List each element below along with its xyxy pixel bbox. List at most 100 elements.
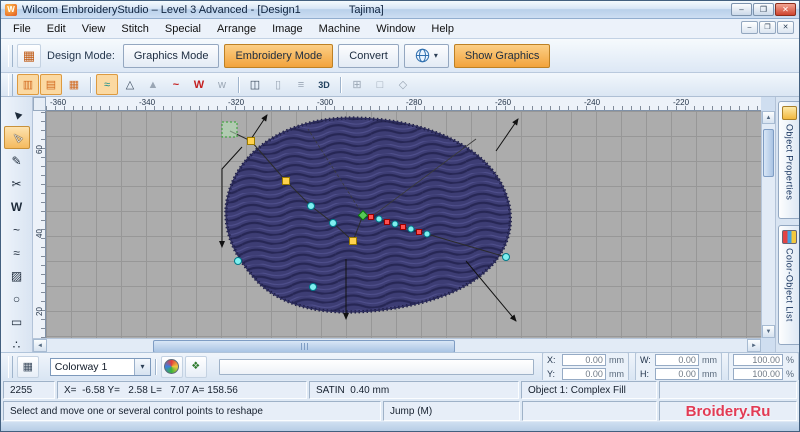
y-field[interactable] <box>561 367 606 380</box>
stitch-node[interactable] <box>384 219 390 225</box>
rectangle-icon: ▭ <box>10 314 23 329</box>
scale-x-field[interactable] <box>732 353 783 366</box>
colorway-select[interactable]: Colorway 1 ▾ <box>49 357 151 376</box>
pencil-tool[interactable]: ✎ <box>4 149 30 172</box>
curve-node[interactable] <box>423 230 431 238</box>
w-field[interactable] <box>654 353 699 366</box>
tab-color-object-list-label: Color-Object List <box>784 248 795 322</box>
menu-special[interactable]: Special <box>157 21 209 37</box>
stitch-node[interactable] <box>368 214 374 220</box>
tatami-fill-icon[interactable]: ▥ <box>17 74 39 95</box>
doc-minimize-button[interactable]: – <box>741 21 758 34</box>
doc-close-button[interactable]: ✕ <box>777 21 794 34</box>
satin-fill-icon[interactable]: ▤ <box>40 74 62 95</box>
scroll-up-button[interactable]: ▲ <box>762 111 775 124</box>
menu-machine[interactable]: Machine <box>311 21 369 37</box>
monogram-icon[interactable]: w <box>211 74 233 95</box>
curve-node[interactable] <box>391 220 399 228</box>
hoop-icon[interactable]: □ <box>369 74 391 95</box>
3d-view-icon[interactable]: 3D <box>313 74 335 95</box>
applique-icon[interactable]: △ <box>119 74 141 95</box>
auto-digitize-icon[interactable]: ▲ <box>142 74 164 95</box>
close-button[interactable]: ✕ <box>775 3 796 16</box>
stitch-list-icon[interactable]: ≡ <box>290 74 312 95</box>
select-arrow-icon: ► <box>7 105 26 124</box>
fill-tool[interactable]: ▨ <box>4 264 30 287</box>
run-stitch-icon[interactable]: ~ <box>165 74 187 95</box>
vertical-scroll-thumb[interactable] <box>763 129 774 177</box>
select-tool[interactable]: ► <box>4 103 30 126</box>
curve-node[interactable] <box>234 257 242 265</box>
show-graphics-button[interactable]: Show Graphics <box>453 43 551 68</box>
convert-button[interactable]: Convert <box>338 43 399 68</box>
x-field[interactable] <box>561 353 606 366</box>
motif-fill-icon[interactable]: ▦ <box>63 74 85 95</box>
toolbar-grip[interactable] <box>8 355 13 378</box>
branching-icon[interactable]: ≈ <box>96 74 118 95</box>
menu-stitch[interactable]: Stitch <box>113 21 157 37</box>
curve-node[interactable] <box>329 219 337 227</box>
menu-arrange[interactable]: Arrange <box>209 21 264 37</box>
curve-node[interactable] <box>502 253 510 261</box>
h-field[interactable] <box>654 367 699 380</box>
scroll-left-button[interactable]: ◄ <box>33 339 47 352</box>
corner-node[interactable] <box>247 137 255 145</box>
color-swatch-strip[interactable] <box>218 358 534 375</box>
doc-restore-button[interactable]: ❐ <box>759 21 776 34</box>
rectangle-tool[interactable]: ▭ <box>4 310 30 333</box>
toolbar-separator <box>154 358 157 375</box>
stitch-toolbox-icon[interactable]: ▦ <box>17 43 41 68</box>
toolbar-separator <box>238 76 240 93</box>
grid-icon[interactable]: ⊞ <box>346 74 368 95</box>
overview-icon[interactable]: ◇ <box>392 74 414 95</box>
border-icon[interactable]: ▯ <box>267 74 289 95</box>
corner-node[interactable] <box>282 177 290 185</box>
embroidery-mode-button[interactable]: Embroidery Mode <box>224 43 334 68</box>
menu-help[interactable]: Help <box>423 21 462 37</box>
curve-node[interactable] <box>309 283 317 291</box>
ellipse-tool[interactable]: ○ <box>4 287 30 310</box>
tab-object-properties[interactable]: Object Properties <box>778 101 799 219</box>
satin-tool[interactable]: ≈ <box>4 241 30 264</box>
stitch-node[interactable] <box>400 224 406 230</box>
corner-node[interactable] <box>349 237 357 245</box>
ruler-label: -220 <box>673 98 690 107</box>
toolbar-grip[interactable] <box>8 73 13 96</box>
stitch-node[interactable] <box>416 229 422 235</box>
entry-point-marker[interactable] <box>221 121 238 138</box>
curve-node[interactable] <box>407 225 415 233</box>
reshape-tool[interactable]: ▻ <box>3 126 30 149</box>
menu-file[interactable]: File <box>5 21 39 37</box>
minimize-button[interactable]: – <box>731 3 752 16</box>
run-tool[interactable]: ~ <box>4 218 30 241</box>
scroll-down-button[interactable]: ▼ <box>762 325 775 338</box>
tab-color-object-list[interactable]: Color-Object List <box>778 225 799 345</box>
globe-button[interactable]: ▾ <box>403 43 449 68</box>
title-bar[interactable]: W Wilcom EmbroideryStudio – Level 3 Adva… <box>1 1 799 19</box>
chevron-down-icon[interactable]: ▾ <box>133 358 150 375</box>
graphics-mode-button[interactable]: Graphics Mode <box>122 43 220 68</box>
menu-edit[interactable]: Edit <box>39 21 74 37</box>
thread-colors-button[interactable]: ❖ <box>184 355 207 378</box>
color-wheel-button[interactable] <box>160 355 183 378</box>
colorway-manager-button[interactable]: ▦ <box>16 355 39 378</box>
w-unit: mm <box>701 354 717 365</box>
curve-node[interactable] <box>375 215 383 223</box>
vertical-scrollbar[interactable]: ▲ ▼ <box>761 111 775 338</box>
column-icon[interactable]: ◫ <box>244 74 266 95</box>
knife-tool[interactable]: ✂ <box>4 172 30 195</box>
lettering-icon[interactable]: W <box>188 74 210 95</box>
lettering-tool[interactable]: W <box>4 195 30 218</box>
design-canvas[interactable] <box>46 111 761 338</box>
menu-view[interactable]: View <box>74 21 114 37</box>
scale-y-field[interactable] <box>732 367 783 380</box>
menu-window[interactable]: Window <box>368 21 423 37</box>
menu-image[interactable]: Image <box>264 21 311 37</box>
toolbar-grip[interactable] <box>8 44 13 67</box>
curve-node[interactable] <box>307 202 315 210</box>
scroll-right-button[interactable]: ► <box>747 339 761 352</box>
scale-x-percent: % <box>785 354 794 365</box>
maximize-button[interactable]: ❐ <box>753 3 774 16</box>
size-group: W: mm H: mm <box>634 351 722 382</box>
horizontal-scrollbar[interactable]: ◄ ► <box>33 338 761 353</box>
